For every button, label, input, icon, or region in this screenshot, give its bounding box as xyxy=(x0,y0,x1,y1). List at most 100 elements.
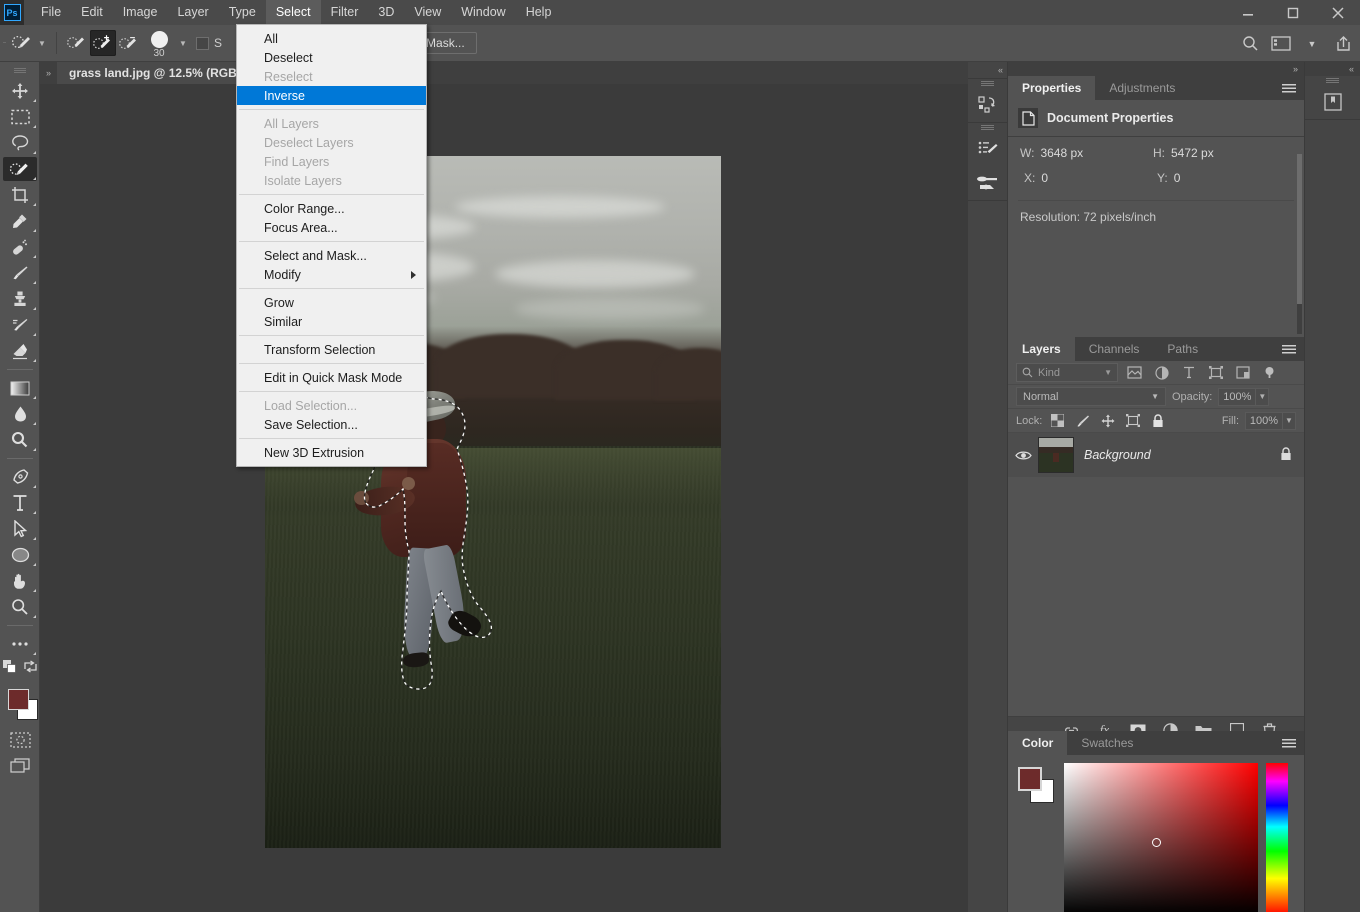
shape-filter-icon[interactable] xyxy=(1205,363,1226,383)
tab-adjustments[interactable]: Adjustments xyxy=(1095,76,1190,100)
layer-visibility-eye-icon[interactable] xyxy=(1008,450,1038,461)
menu-item-modify[interactable]: Modify xyxy=(237,265,426,284)
edit-toolbar-tool[interactable] xyxy=(0,631,40,657)
x-value[interactable]: 0 xyxy=(1041,171,1048,185)
filter-toggle-icon[interactable] xyxy=(1259,363,1280,383)
new-selection-button[interactable] xyxy=(64,30,90,56)
color-panel-menu-icon[interactable] xyxy=(1282,731,1296,755)
search-icon[interactable] xyxy=(1239,33,1261,55)
ellipse-tool[interactable] xyxy=(0,542,40,568)
eraser-tool[interactable] xyxy=(0,338,40,364)
menu-3d[interactable]: 3D xyxy=(368,0,404,25)
workspace-icon[interactable] xyxy=(1270,33,1292,55)
menu-layer[interactable]: Layer xyxy=(167,0,218,25)
layer-filter-kind-select[interactable]: Kind ▼ xyxy=(1016,363,1118,382)
menu-edit[interactable]: Edit xyxy=(71,0,113,25)
menu-file[interactable]: File xyxy=(31,0,71,25)
color-panel-foreground-swatch[interactable] xyxy=(1018,767,1042,791)
menu-item-new-3d-extrusion[interactable]: New 3D Extrusion xyxy=(237,443,426,462)
menu-item-grow[interactable]: Grow xyxy=(237,293,426,312)
tab-swatches[interactable]: Swatches xyxy=(1067,731,1148,755)
menu-item-deselect[interactable]: Deselect xyxy=(237,48,426,67)
maximize-button[interactable] xyxy=(1270,0,1315,25)
menu-view[interactable]: View xyxy=(404,0,451,25)
adjustment-filter-icon[interactable] xyxy=(1151,363,1172,383)
rectangular-marquee-tool[interactable] xyxy=(0,104,40,130)
crop-tool[interactable] xyxy=(0,182,40,208)
menu-image[interactable]: Image xyxy=(113,0,168,25)
lock-artboard-icon[interactable] xyxy=(1123,411,1142,430)
clone-stamp-tool[interactable] xyxy=(0,286,40,312)
type-tool[interactable] xyxy=(0,490,40,516)
right-dock-collapse-icon[interactable]: » xyxy=(1008,62,1304,76)
smartobject-filter-icon[interactable] xyxy=(1232,363,1253,383)
far-dock-collapse-icon[interactable]: « xyxy=(1305,62,1360,76)
color-picker-handle[interactable] xyxy=(1152,838,1161,847)
quick-selection-tool-preview-icon[interactable] xyxy=(9,30,35,56)
brush-presets-icon[interactable] xyxy=(968,166,1008,200)
menu-item-inverse[interactable]: Inverse xyxy=(237,86,426,105)
tab-paths[interactable]: Paths xyxy=(1153,337,1213,361)
fill-value[interactable]: 100% xyxy=(1245,411,1283,430)
minimize-button[interactable] xyxy=(1225,0,1270,25)
dodge-tool[interactable] xyxy=(0,427,40,453)
menu-filter[interactable]: Filter xyxy=(321,0,369,25)
default-colors-icon[interactable] xyxy=(2,660,16,676)
tab-channels[interactable]: Channels xyxy=(1074,337,1154,361)
sample-all-layers-checkbox[interactable] xyxy=(196,36,209,50)
canvas-area[interactable] xyxy=(40,84,968,912)
brush-settings-icon[interactable] xyxy=(968,132,1008,166)
quick-selection-tool[interactable] xyxy=(0,156,40,182)
history-brush-tool[interactable] xyxy=(0,312,40,338)
select-menu-dropdown[interactable]: All Deselect Reselect Inverse All Layers… xyxy=(236,24,427,467)
share-icon[interactable] xyxy=(1332,33,1354,55)
hand-tool[interactable] xyxy=(0,568,40,594)
pixel-filter-icon[interactable] xyxy=(1124,363,1145,383)
fill-stepper-icon[interactable]: ▼ xyxy=(1283,411,1296,430)
properties-scrollbar[interactable] xyxy=(1297,154,1302,334)
type-filter-icon[interactable] xyxy=(1178,363,1199,383)
menu-item-save-selection[interactable]: Save Selection... xyxy=(237,415,426,434)
color-ramp-field[interactable] xyxy=(1064,763,1258,912)
zoom-tool[interactable] xyxy=(0,594,40,620)
screen-mode-button[interactable] xyxy=(0,753,40,779)
menu-window[interactable]: Window xyxy=(451,0,515,25)
menu-item-similar[interactable]: Similar xyxy=(237,312,426,331)
dock-collapse-icon[interactable]: « xyxy=(968,62,1007,78)
spot-healing-brush-tool[interactable] xyxy=(0,234,40,260)
menu-item-edit-in-quick-mask-mode[interactable]: Edit in Quick Mask Mode xyxy=(237,368,426,387)
dock-group-grip[interactable] xyxy=(968,79,1007,88)
options-bar-grip[interactable] xyxy=(0,25,9,62)
subtract-from-selection-button[interactable] xyxy=(116,30,142,56)
move-tool[interactable] xyxy=(0,78,40,104)
dock-group-grip[interactable] xyxy=(968,123,1007,132)
swap-colors-icon[interactable] xyxy=(23,660,37,676)
menu-select[interactable]: Select xyxy=(265,0,321,25)
history-panel-icon[interactable] xyxy=(968,88,1008,122)
tab-color[interactable]: Color xyxy=(1008,731,1068,755)
libraries-panel-icon[interactable] xyxy=(1305,85,1360,119)
quick-mask-mode-button[interactable] xyxy=(0,727,40,753)
lock-position-icon[interactable] xyxy=(1098,411,1117,430)
width-value[interactable]: 3648 px xyxy=(1040,146,1083,160)
height-value[interactable]: 5472 px xyxy=(1171,146,1214,160)
tab-properties[interactable]: Properties xyxy=(1008,76,1096,100)
layer-name[interactable]: Background xyxy=(1074,448,1280,462)
menu-item-color-range[interactable]: Color Range... xyxy=(237,199,426,218)
gradient-tool[interactable] xyxy=(0,375,40,401)
opacity-value[interactable]: 100% xyxy=(1218,387,1257,406)
layer-thumbnail[interactable] xyxy=(1038,437,1074,473)
menu-type[interactable]: Type xyxy=(219,0,266,25)
lock-all-icon[interactable] xyxy=(1148,411,1167,430)
y-value[interactable]: 0 xyxy=(1174,171,1181,185)
blur-tool[interactable] xyxy=(0,401,40,427)
pen-tool[interactable] xyxy=(0,464,40,490)
menu-item-transform-selection[interactable]: Transform Selection xyxy=(237,340,426,359)
close-button[interactable] xyxy=(1315,0,1360,25)
far-dock-grip[interactable] xyxy=(1305,76,1360,85)
menu-item-all[interactable]: All xyxy=(237,29,426,48)
eyedropper-tool[interactable] xyxy=(0,208,40,234)
add-to-selection-button[interactable] xyxy=(90,30,116,56)
brush-tool[interactable] xyxy=(0,260,40,286)
toolbar-grip[interactable] xyxy=(0,62,39,78)
